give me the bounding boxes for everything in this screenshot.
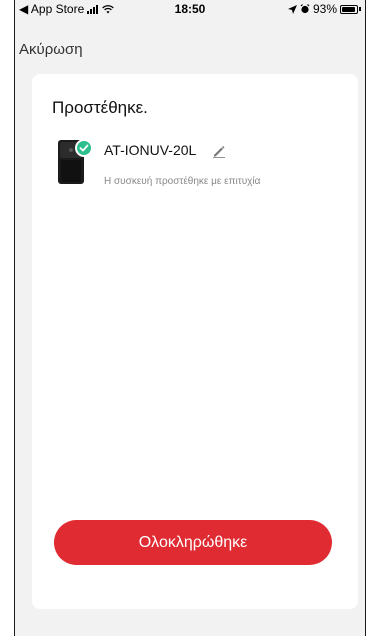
page-title: Προστέθηκε. <box>52 98 148 117</box>
battery-tip <box>359 7 361 11</box>
battery-icon <box>340 4 358 14</box>
pencil-icon[interactable] <box>212 144 226 158</box>
device-name: AT-IONUV-20L <box>104 142 197 158</box>
location-arrow-icon <box>287 4 297 14</box>
device-row: AT-IONUV-20L Η συσκευή προστέθηκε με επι… <box>52 136 342 196</box>
status-right: 93% <box>287 2 361 16</box>
battery-percent: 93% <box>312 2 337 16</box>
done-button[interactable]: Ολοκληρώθηκε <box>54 520 332 565</box>
check-icon <box>75 139 93 157</box>
battery-level <box>342 6 356 12</box>
device-status-text: Η συσκευή προστέθηκε με επιτυχία <box>104 176 261 187</box>
app-frame: ◀ App Store 18:50 93% Ακύρωση Προστέθηκε… <box>14 0 366 636</box>
cancel-button[interactable]: Ακύρωση <box>19 41 83 58</box>
result-card: Προστέθηκε. AT-IONUV-20L Η συσκευή προστ… <box>32 74 358 609</box>
status-bar: ◀ App Store 18:50 93% <box>15 0 365 18</box>
alarm-icon <box>300 4 310 14</box>
